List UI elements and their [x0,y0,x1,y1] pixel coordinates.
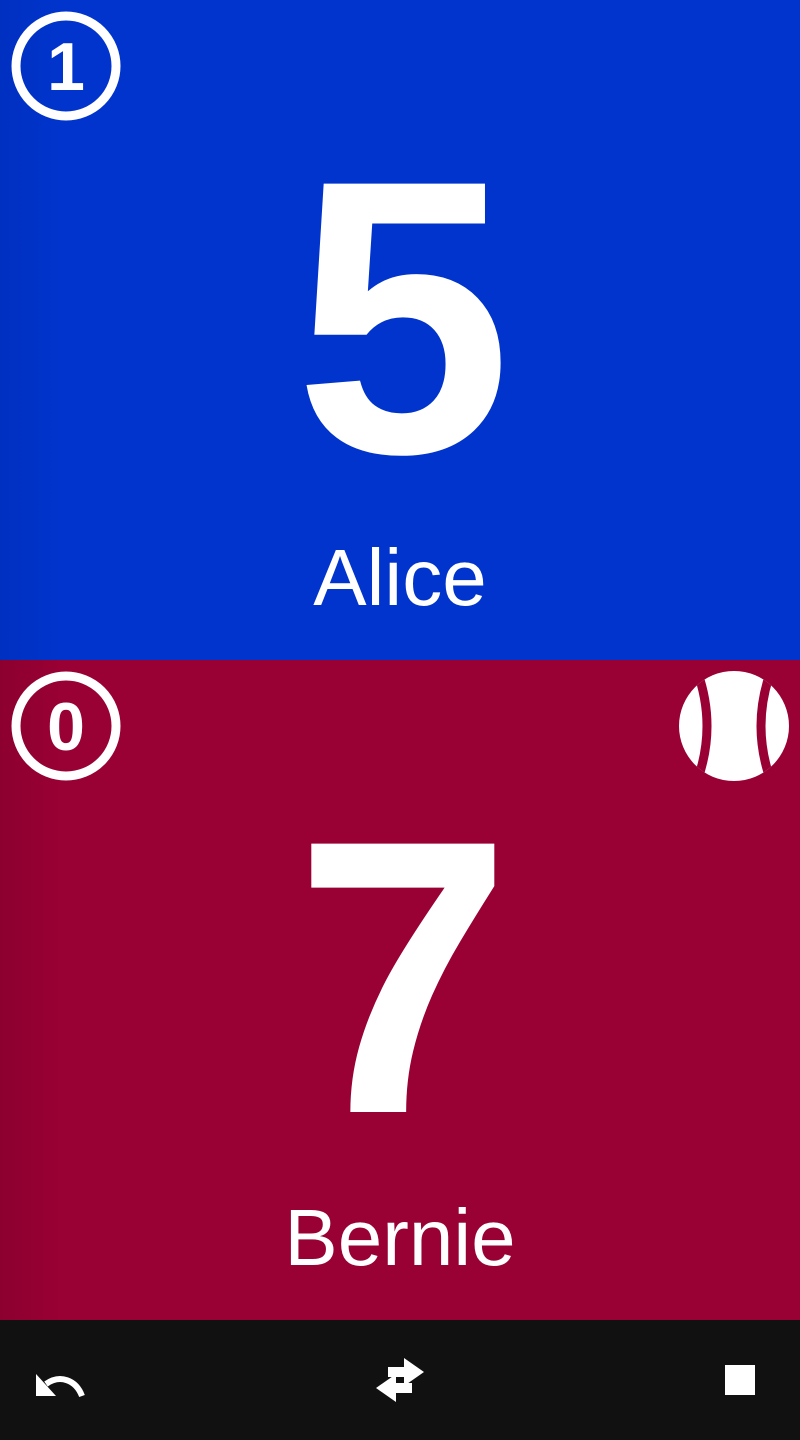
undo-icon [36,1374,85,1398]
player-1-panel[interactable]: 1 5 Alice [0,0,800,660]
sets-circle-icon: 1 [11,11,121,121]
player-2-panel[interactable]: 0 7 Bernie [0,660,800,1320]
player-1-sets-value: 1 [47,29,85,105]
stop-icon [725,1365,755,1395]
sets-circle-icon: 0 [11,671,121,781]
stop-button[interactable] [710,1350,770,1410]
player-1-score: 5 [294,99,512,535]
undo-button[interactable] [30,1350,90,1410]
scoreboard-app: 1 5 Alice 0 7 Bernie [0,0,800,1440]
player-2-sets-badge: 0 [10,670,122,782]
player-2-sets-value: 0 [47,689,85,765]
player-1-name: Alice [313,533,487,622]
player-2-score: 7 [294,759,512,1195]
player-2-name: Bernie [284,1193,516,1282]
bottom-toolbar [0,1320,800,1440]
swap-button[interactable] [370,1350,430,1410]
swap-icon [376,1358,424,1402]
tennis-ball-icon [678,670,790,782]
player-1-sets-badge: 1 [10,10,122,122]
